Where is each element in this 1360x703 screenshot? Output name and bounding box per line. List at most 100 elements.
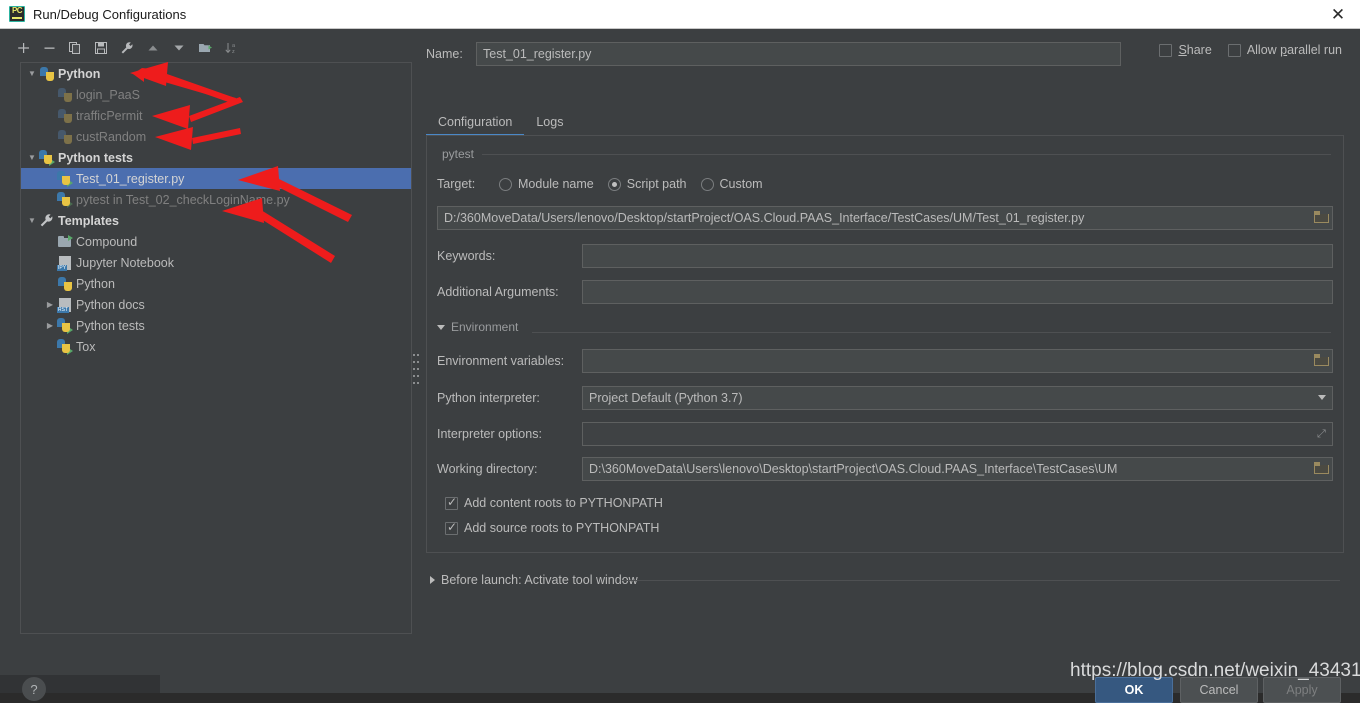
name-label: Name: <box>426 47 476 61</box>
tree-item-label: Python tests <box>76 319 145 333</box>
target-row: Target: Module name Script path Custom <box>437 172 777 196</box>
tree-item[interactable]: ▼ Python <box>21 63 411 84</box>
tree-item-label: Tox <box>76 340 95 354</box>
add-source-roots-label: Add source roots to PYTHONPATH <box>464 521 659 535</box>
tab-configuration[interactable]: Configuration <box>426 115 524 135</box>
radio-custom-button[interactable] <box>701 178 714 191</box>
tree-item-label: Python <box>58 67 100 81</box>
tree-item[interactable]: ▶RSTPython docs <box>21 294 411 315</box>
chevron-down-icon[interactable]: ▼ <box>25 216 39 225</box>
run-debug-configurations-dialog: Run/Debug Configurations ✕ <box>0 0 1360 675</box>
tree-item[interactable]: custRandom <box>21 126 411 147</box>
before-launch-divider <box>622 580 1340 581</box>
help-button[interactable]: ? <box>22 677 46 701</box>
environment-label: Environment <box>451 320 518 334</box>
tree-item[interactable]: Compound <box>21 231 411 252</box>
tree-item[interactable]: ▼Python tests <box>21 147 411 168</box>
group-label-pytest: pytest <box>437 147 479 161</box>
browse-folder-icon[interactable] <box>1314 462 1328 474</box>
keywords-label: Keywords: <box>437 249 582 263</box>
radio-script-path[interactable]: Script path <box>608 177 687 191</box>
grip-dot <box>417 375 419 377</box>
before-launch-label: Before launch: Activate tool window <box>441 573 638 587</box>
before-launch-toggle[interactable]: Before launch: Activate tool window <box>430 573 638 587</box>
tree-item-label: Jupyter Notebook <box>76 256 174 270</box>
environment-variables-input[interactable] <box>582 349 1333 373</box>
python-interpreter-select[interactable]: Project Default (Python 3.7) <box>582 386 1333 410</box>
radio-script-path-button[interactable] <box>608 178 621 191</box>
interpreter-options-input[interactable] <box>582 422 1333 446</box>
share-checkbox[interactable]: Share <box>1159 43 1211 57</box>
environment-section-toggle[interactable]: Environment <box>437 320 518 334</box>
arrow-down-icon[interactable] <box>166 36 192 60</box>
tree-item-label: Python <box>76 277 115 291</box>
tab-logs[interactable]: Logs <box>524 115 575 135</box>
python-icon <box>57 129 73 145</box>
tree-item[interactable]: Test_01_register.py <box>21 168 411 189</box>
sort-az-icon[interactable]: az <box>218 36 244 60</box>
chevron-down-icon[interactable]: ▼ <box>25 69 39 78</box>
allow-parallel-run-label: Allow parallel run <box>1247 43 1342 57</box>
tree-item[interactable]: Python <box>21 273 411 294</box>
environment-divider <box>532 332 1331 333</box>
configurations-tree[interactable]: ▼ Python login_PaaS trafficPermitcustRandom… <box>20 62 412 634</box>
radio-module-name-label: Module name <box>518 177 594 191</box>
wrench-icon[interactable] <box>114 36 140 60</box>
add-content-roots-checkbox[interactable]: Add content roots to PYTHONPATH <box>445 496 663 510</box>
tree-item[interactable]: trafficPermit <box>21 105 411 126</box>
tree-item-label: Test_01_register.py <box>76 172 184 186</box>
chevron-down-icon[interactable] <box>1318 395 1326 400</box>
tree-item-label: Templates <box>58 214 119 228</box>
allow-parallel-run-checkbox[interactable]: Allow parallel run <box>1228 43 1342 57</box>
allow-parallel-run-checkbox-box[interactable] <box>1228 44 1241 57</box>
keywords-input[interactable] <box>582 244 1333 268</box>
tree-item[interactable]: pytest in Test_02_checkLoginName.py <box>21 189 411 210</box>
tree-item[interactable]: ▼ Templates <box>21 210 411 231</box>
working-directory-input[interactable]: D:\360MoveData\Users\lenovo\Desktop\star… <box>582 457 1333 481</box>
save-icon[interactable] <box>88 36 114 60</box>
folder-add-icon[interactable] <box>192 36 218 60</box>
tree-item[interactable]: ▶ Python tests <box>21 315 411 336</box>
watermark: https://blog.csdn.net/weixin_43431593 <box>1070 660 1360 682</box>
target-label: Target: <box>437 177 499 191</box>
plus-icon[interactable] <box>10 36 36 60</box>
splitter-grip[interactable] <box>413 354 419 388</box>
keywords-row: Keywords: <box>437 244 1333 268</box>
share-checkbox-box[interactable] <box>1159 44 1172 57</box>
add-content-roots-label: Add content roots to PYTHONPATH <box>464 496 663 510</box>
interpreter-options-row: Interpreter options: ⤢ <box>437 422 1333 446</box>
radio-module-name[interactable]: Module name <box>499 177 594 191</box>
grip-dot <box>417 382 419 384</box>
copy-icon[interactable] <box>62 36 88 60</box>
name-input[interactable]: Test_01_register.py <box>476 42 1121 66</box>
script-path-input[interactable]: D:/360MoveData/Users/lenovo/Desktop/star… <box>437 206 1333 230</box>
tree-item-label: login_PaaS <box>76 88 140 102</box>
panel-splitter[interactable] <box>410 29 422 675</box>
browse-folder-icon[interactable] <box>1314 354 1328 366</box>
minus-icon[interactable] <box>36 36 62 60</box>
tree-item-label: Compound <box>76 235 137 249</box>
close-icon[interactable]: ✕ <box>1316 0 1360 28</box>
tree-toolbar: az <box>10 34 422 62</box>
add-source-roots-checkbox-box[interactable] <box>445 522 458 535</box>
additional-arguments-input[interactable] <box>582 280 1333 304</box>
expand-icon[interactable]: ⤢ <box>1317 429 1327 439</box>
add-content-roots-checkbox-box[interactable] <box>445 497 458 510</box>
python-tests-icon <box>57 171 73 187</box>
svg-text:z: z <box>232 49 235 55</box>
browse-folder-icon[interactable] <box>1314 211 1328 223</box>
tree-item[interactable]: login_PaaS <box>21 84 411 105</box>
chevron-right-icon[interactable]: ▶ <box>43 321 57 330</box>
chevron-down-icon[interactable]: ▼ <box>25 153 39 162</box>
jupyter-icon: IPY <box>57 255 73 271</box>
radio-script-path-label: Script path <box>627 177 687 191</box>
python-tests-icon <box>39 150 55 166</box>
tree-item[interactable]: IPYJupyter Notebook <box>21 252 411 273</box>
chevron-right-icon[interactable]: ▶ <box>43 300 57 309</box>
arrow-up-icon[interactable] <box>140 36 166 60</box>
add-source-roots-checkbox[interactable]: Add source roots to PYTHONPATH <box>445 521 659 535</box>
radio-module-name-button[interactable] <box>499 178 512 191</box>
tree-item[interactable]: Tox <box>21 336 411 357</box>
radio-custom[interactable]: Custom <box>701 177 763 191</box>
script-path-field-wrap: D:/360MoveData/Users/lenovo/Desktop/star… <box>437 206 1333 230</box>
